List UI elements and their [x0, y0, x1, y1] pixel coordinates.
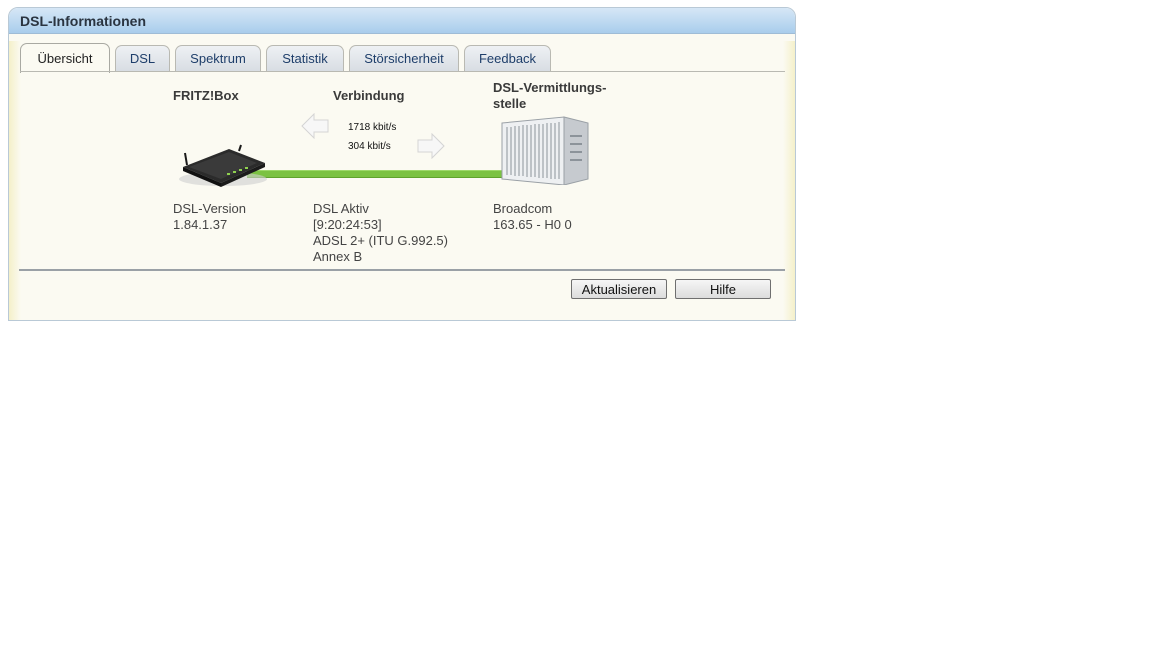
fritzbox-info-line: 1.84.1.37 — [173, 217, 228, 232]
fritzbox-info-line: DSL-Version — [173, 201, 246, 216]
tab-statistik[interactable]: Statistik — [266, 45, 344, 71]
downstream-rate: 1718 kbit/s — [348, 122, 397, 133]
tab-dsl[interactable]: DSL — [115, 45, 170, 71]
title-bar: DSL-Informationen — [9, 8, 795, 34]
tab-underline — [20, 71, 785, 72]
connection-info-line: ADSL 2+ (ITU G.992.5) — [313, 233, 448, 248]
help-button[interactable]: Hilfe — [675, 279, 771, 299]
connection-info: DSL Aktiv [9:20:24:53] ADSL 2+ (ITU G.99… — [313, 201, 448, 265]
tab-feedback[interactable]: Feedback — [464, 45, 551, 71]
panel-glow-left — [9, 41, 21, 320]
tab-spektrum[interactable]: Spektrum — [175, 45, 261, 71]
exchange-heading-line1: DSL-Vermittlungs- — [493, 80, 607, 95]
tab-stoersicherheit[interactable]: Störsicherheit — [349, 45, 459, 71]
upstream-rate: 304 kbit/s — [348, 141, 391, 152]
tab-uebersicht[interactable]: Übersicht — [20, 43, 110, 73]
dsl-info-panel: DSL-Informationen Übersicht DSL Spektrum… — [8, 7, 796, 321]
connection-info-line: Annex B — [313, 249, 363, 264]
exchange-info: Broadcom 163.65 - H0 0 — [493, 201, 572, 233]
panel-title: DSL-Informationen — [20, 13, 146, 29]
refresh-button[interactable]: Aktualisieren — [571, 279, 667, 299]
arrow-left-icon — [301, 113, 329, 139]
separator — [19, 269, 785, 271]
connection-heading: Verbindung — [333, 88, 405, 103]
router-icon — [179, 144, 267, 187]
exchange-heading-line2: stelle — [493, 96, 527, 111]
connection-info-line: [9:20:24:53] — [313, 217, 382, 232]
connection-info-line: DSL Aktiv — [313, 201, 369, 216]
arrow-right-icon — [417, 133, 445, 159]
panel-glow-right — [783, 41, 795, 320]
fritzbox-heading: FRITZ!Box — [173, 88, 239, 103]
exchange-heading: DSL-Vermittlungs- stelle — [493, 80, 606, 111]
server-rack-icon — [501, 116, 589, 185]
dsl-line — [247, 170, 509, 178]
fritzbox-info: DSL-Version 1.84.1.37 — [173, 201, 246, 233]
exchange-info-line: 163.65 - H0 0 — [493, 217, 572, 232]
exchange-info-line: Broadcom — [493, 201, 553, 216]
